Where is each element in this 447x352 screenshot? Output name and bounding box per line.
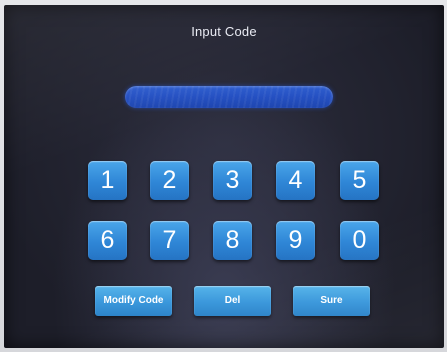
key-5[interactable]: 5 — [340, 161, 379, 200]
sure-button[interactable]: Sure — [293, 286, 370, 316]
key-3[interactable]: 3 — [213, 161, 252, 200]
key-4[interactable]: 4 — [276, 161, 315, 200]
modify-code-button[interactable]: Modify Code — [95, 286, 172, 316]
key-2[interactable]: 2 — [150, 161, 189, 200]
page-title: Input Code — [191, 24, 257, 39]
device-screen: Input Code 1 2 3 4 5 6 7 8 9 0 Modify Co… — [4, 5, 444, 348]
code-input-display[interactable] — [125, 86, 333, 108]
key-6[interactable]: 6 — [88, 221, 127, 260]
delete-button[interactable]: Del — [194, 286, 271, 316]
key-9[interactable]: 9 — [276, 221, 315, 260]
key-7[interactable]: 7 — [150, 221, 189, 260]
key-0[interactable]: 0 — [340, 221, 379, 260]
key-8[interactable]: 8 — [213, 221, 252, 260]
key-1[interactable]: 1 — [88, 161, 127, 200]
